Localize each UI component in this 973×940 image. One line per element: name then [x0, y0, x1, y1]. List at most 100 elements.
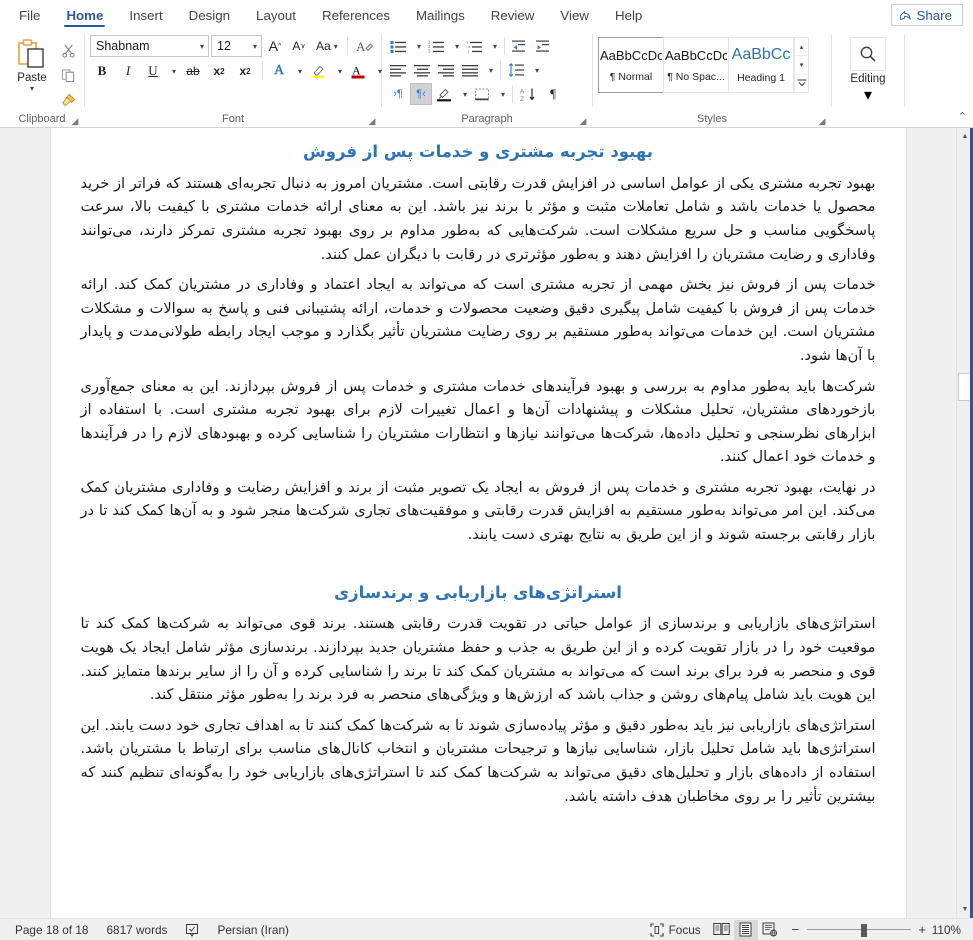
- tab-help[interactable]: Help: [602, 0, 655, 30]
- tab-design[interactable]: Design: [176, 0, 243, 30]
- read-mode-button[interactable]: [710, 920, 734, 940]
- proofing-status[interactable]: [176, 923, 208, 937]
- styles-more-button[interactable]: [795, 73, 808, 92]
- line-spacing-button[interactable]: [505, 59, 528, 81]
- style-normal-sample: AaBbCcDc: [600, 47, 662, 63]
- editing-label: Editing: [850, 73, 886, 85]
- paragraph: خدمات پس از فروش نیز بخش مهمی از تجربه م…: [80, 276, 876, 364]
- borders-button[interactable]: [471, 83, 494, 105]
- font-dialog-launcher[interactable]: ◢: [367, 116, 377, 126]
- style-heading-1[interactable]: AaBbCc Heading 1: [728, 37, 794, 93]
- bold-button[interactable]: B: [90, 60, 114, 82]
- web-layout-button[interactable]: [758, 920, 782, 940]
- format-painter-button[interactable]: [57, 89, 79, 111]
- tab-file[interactable]: File: [6, 0, 53, 30]
- share-button[interactable]: Share: [890, 4, 963, 26]
- editing-button[interactable]: Editing ▾: [837, 35, 899, 105]
- copy-button[interactable]: [57, 64, 79, 86]
- font-name-combo[interactable]: Shabnam ▾: [90, 35, 209, 57]
- numbering-dropdown[interactable]: ▾: [449, 35, 462, 57]
- chevron-down-icon: ▾: [199, 41, 204, 51]
- justify-button[interactable]: [459, 59, 482, 81]
- superscript-button[interactable]: x2: [233, 60, 257, 82]
- tab-layout[interactable]: Layout: [243, 0, 309, 30]
- text-effects-button[interactable]: A: [268, 60, 290, 82]
- borders-dropdown[interactable]: ▾: [495, 83, 508, 105]
- text-effects-dropdown[interactable]: ▾: [292, 60, 305, 82]
- bullets-button[interactable]: [387, 35, 410, 57]
- zoom-slider-thumb[interactable]: [860, 923, 867, 937]
- group-separator-5: [904, 34, 905, 107]
- tab-mailings[interactable]: Mailings: [403, 0, 478, 30]
- highlight-button[interactable]: [307, 60, 330, 82]
- align-right-button[interactable]: [435, 59, 458, 81]
- word-count[interactable]: 6817 words: [97, 923, 176, 937]
- clipboard-body: Paste ▾: [0, 32, 84, 111]
- styles-scroll-down[interactable]: ▾: [795, 55, 808, 73]
- document-page[interactable]: بهبود تجربه مشتری و خدمات پس از فروش بهب…: [50, 128, 906, 918]
- change-case-button[interactable]: Aa ▾: [312, 35, 342, 57]
- multilevel-list-button[interactable]: 1 a i: [463, 35, 486, 57]
- bullets-dropdown[interactable]: ▾: [411, 35, 424, 57]
- tab-insert[interactable]: Insert: [116, 0, 175, 30]
- paste-button[interactable]: Paste ▾: [9, 35, 55, 111]
- italic-button[interactable]: I: [116, 60, 140, 82]
- superscript-index: 2: [246, 66, 251, 76]
- clipboard-dialog-launcher[interactable]: ◢: [70, 116, 80, 126]
- proofing-errors-icon: [186, 923, 199, 937]
- bold-label: B: [97, 63, 107, 78]
- styles-scroll-up[interactable]: ▴: [795, 38, 808, 55]
- numbering-button[interactable]: 1 2 3: [425, 35, 448, 57]
- align-dropdown[interactable]: ▾: [483, 59, 496, 81]
- line-spacing-dropdown[interactable]: ▾: [529, 59, 542, 81]
- font-size-combo[interactable]: 12 ▾: [211, 35, 262, 57]
- ltr-text-direction-button[interactable]: ›¶: [387, 83, 409, 105]
- collapse-ribbon-button[interactable]: ⌃: [958, 110, 967, 123]
- tab-view[interactable]: View: [547, 0, 602, 30]
- vertical-scrollbar[interactable]: ▲ ▼: [956, 128, 973, 918]
- strikethrough-button[interactable]: ab: [181, 60, 205, 82]
- language-indicator[interactable]: Persian (Iran): [208, 923, 297, 937]
- focus-mode-button[interactable]: Focus: [641, 923, 710, 937]
- increase-indent-button[interactable]: [533, 35, 556, 57]
- align-center-button[interactable]: [411, 59, 434, 81]
- format-painter-icon: [61, 93, 75, 106]
- sort-button[interactable]: A Z: [517, 83, 541, 105]
- zoom-level[interactable]: 110%: [928, 923, 967, 937]
- underline-button[interactable]: U: [142, 60, 164, 82]
- font-color-button[interactable]: A: [347, 60, 370, 82]
- editing-dropdown-caret[interactable]: ▾: [864, 85, 872, 105]
- svg-text:3: 3: [428, 49, 431, 53]
- multilevel-dropdown[interactable]: ▾: [487, 35, 500, 57]
- underline-dropdown[interactable]: ▾: [166, 60, 179, 82]
- tab-review[interactable]: Review: [478, 0, 548, 30]
- zoom-slider[interactable]: [806, 920, 911, 940]
- cut-button[interactable]: [57, 39, 79, 61]
- align-left-button[interactable]: [387, 59, 410, 81]
- style-no-spacing[interactable]: AaBbCcDc ¶ No Spac...: [663, 37, 729, 93]
- tabbar-spacer: [655, 0, 890, 30]
- subscript-button[interactable]: x2: [207, 60, 231, 82]
- print-layout-button[interactable]: [733, 919, 758, 940]
- word-window: File Home Insert Design Layout Reference…: [0, 0, 973, 940]
- paste-dropdown-caret[interactable]: ▾: [30, 85, 34, 93]
- shrink-font-button[interactable]: A ∨: [288, 35, 310, 57]
- clipboard-group-label: Clipboard ◢: [0, 111, 84, 127]
- grow-font-button[interactable]: A ^: [264, 35, 286, 57]
- shrink-font-label: A: [292, 39, 301, 53]
- page-indicator[interactable]: Page 18 of 18: [6, 923, 97, 937]
- styles-dialog-launcher[interactable]: ◢: [817, 116, 827, 126]
- shading-button[interactable]: [433, 83, 456, 105]
- zoom-out-button[interactable]: −: [790, 922, 801, 937]
- paragraph-dialog-launcher[interactable]: ◢: [578, 116, 588, 126]
- zoom-in-button[interactable]: +: [917, 922, 928, 937]
- style-normal[interactable]: AaBbCcDc ¶ Normal: [598, 37, 664, 93]
- tab-references[interactable]: References: [309, 0, 403, 30]
- shading-dropdown[interactable]: ▾: [457, 83, 470, 105]
- decrease-indent-button[interactable]: [509, 35, 532, 57]
- highlight-dropdown[interactable]: ▾: [332, 60, 345, 82]
- rtl-text-direction-button[interactable]: ¶‹: [410, 83, 432, 105]
- clear-formatting-button[interactable]: A: [353, 35, 377, 57]
- tab-home[interactable]: Home: [53, 0, 116, 30]
- show-formatting-marks-button[interactable]: ¶: [542, 83, 564, 105]
